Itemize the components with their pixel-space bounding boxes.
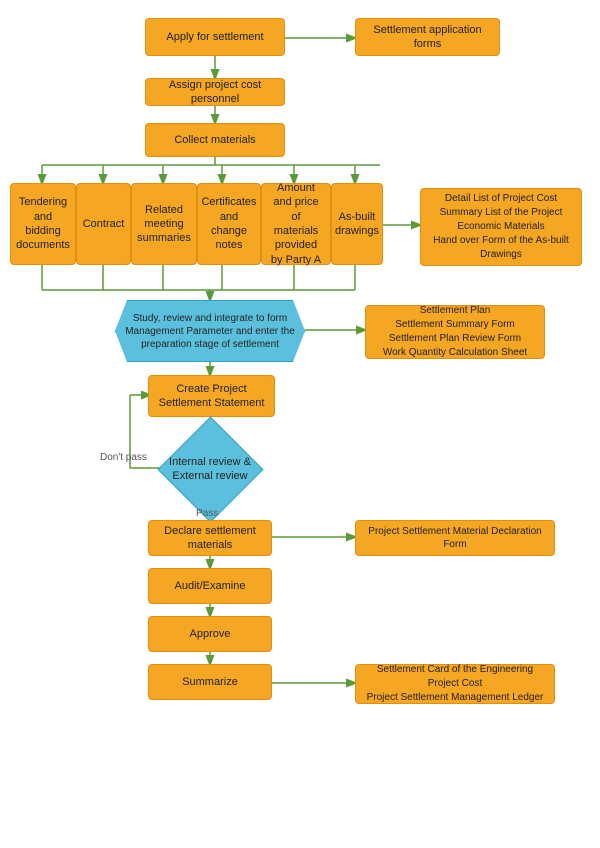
review-diamond: Internal review & External review [155,430,265,508]
arrows [0,0,600,848]
declare-form-box: Project Settlement Material Declaration … [355,520,555,556]
meeting-box: Related meeting summaries [131,183,197,265]
tendering-box: Tendering and bidding documents [10,183,76,265]
dont-pass-label: Don't pass [100,452,147,463]
summarize-box: Summarize [148,664,272,700]
collect-box: Collect materials [145,123,285,157]
review-label: Internal review & External review [165,455,255,484]
settlement-plan-box: Settlement Plan Settlement Summary Form … [365,305,545,359]
settlement-forms-box: Settlement application forms [355,18,500,56]
study-box: Study, review and integrate to form Mana… [115,300,305,362]
approve-box: Approve [148,616,272,652]
detail-list-box: Detail List of Project Cost Summary List… [420,188,582,266]
contract-box: Contract [76,183,131,265]
audit-box: Audit/Examine [148,568,272,604]
declare-box: Declare settlement materials [148,520,272,556]
diagram: Apply for settlement Settlement applicat… [0,0,600,848]
apply-box: Apply for settlement [145,18,285,56]
amount-box: Amount and price of materials provided b… [261,183,331,265]
pass-label: Pass [196,508,218,519]
asbuilt-box: As-built drawings [331,183,383,265]
settlement-card-box: Settlement Card of the Engineering Proje… [355,664,555,704]
certificates-box: Certificates and change notes [197,183,261,265]
assign-box: Assign project cost personnel [145,78,285,106]
create-box: Create Project Settlement Statement [148,375,275,417]
